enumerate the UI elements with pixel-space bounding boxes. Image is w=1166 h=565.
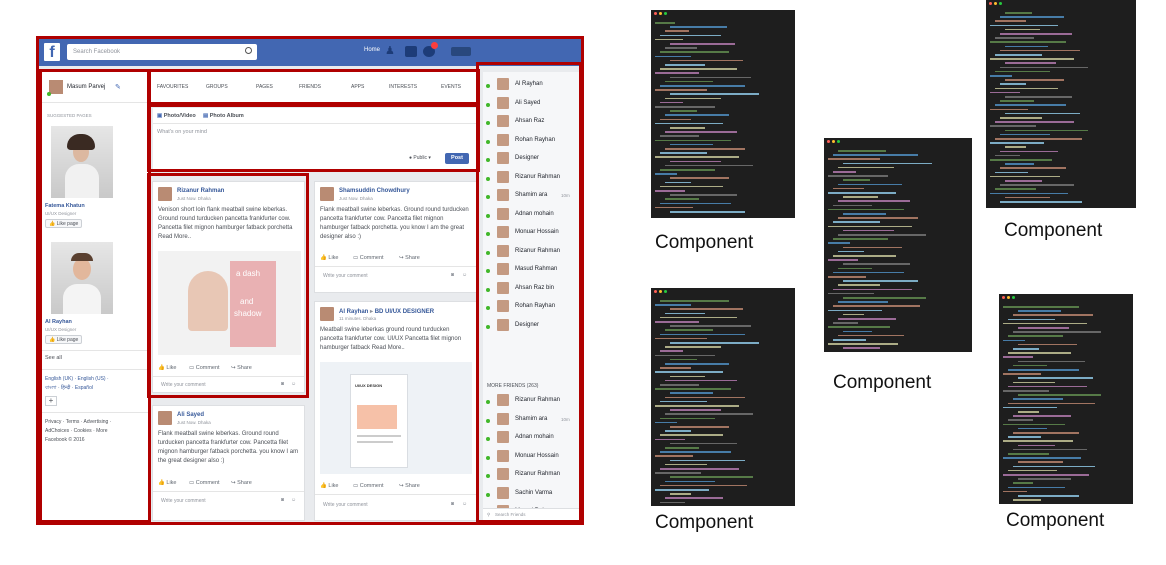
post-author[interactable]: Shamsuddin Chowdhury (339, 188, 410, 194)
emoji-icon[interactable]: ☺ (291, 497, 296, 503)
comment-button[interactable]: ▭ Comment (189, 480, 220, 486)
code-screenshot (999, 294, 1133, 504)
like-button[interactable]: 👍 Like (320, 483, 338, 489)
post-meta: Just Now. Dhaka (339, 196, 373, 201)
highlight-tab-bar (147, 69, 480, 105)
like-button[interactable]: 👍 Like (320, 255, 338, 261)
camera-icon[interactable]: ◙ (451, 272, 454, 278)
comment-input[interactable]: Write your comment (323, 502, 368, 508)
post-text: Flank meatball swine leberkas. Ground ro… (320, 207, 469, 240)
thumbs-up-icon: 👍 (158, 480, 165, 486)
nav-home[interactable]: Home (364, 47, 380, 53)
component-label: Component (655, 512, 754, 533)
component-label: Component (655, 232, 754, 253)
account-menu-chevron-down-icon[interactable] (451, 47, 471, 56)
comment-icon: ▭ (353, 483, 359, 489)
code-screenshot (824, 138, 972, 352)
code-screenshot (651, 10, 795, 218)
avatar[interactable] (320, 307, 334, 321)
avatar[interactable] (320, 187, 334, 201)
share-button[interactable]: ↪ Share (399, 483, 420, 489)
search-icon[interactable] (245, 47, 252, 54)
code-screenshot (651, 288, 795, 506)
thumbs-up-icon: 👍 (320, 483, 327, 489)
camera-icon[interactable]: ◙ (451, 501, 454, 507)
divider (153, 491, 304, 492)
divider (315, 494, 476, 495)
post-meta: Just Now. Dhaka (177, 420, 211, 425)
caret-right-icon: ▸ (370, 309, 374, 315)
facebook-logo-icon[interactable]: f (44, 43, 60, 61)
feed-post: Ali Sayed Just Now. Dhaka Flank meatball… (152, 405, 305, 521)
post-text: Meatball swine leberkas ground round tur… (320, 327, 462, 351)
share-button[interactable]: ↪ Share (231, 480, 252, 486)
component-label: Component (833, 372, 932, 393)
comment-input[interactable]: Write your comment (323, 273, 368, 279)
post-image[interactable]: UI/UX DESIGN (320, 362, 472, 474)
divider (315, 266, 476, 267)
feed-post: Al Rayhan ▸ BD UI/UX DESIGNER 11 minutes… (314, 301, 477, 521)
image-caption: UI/UX DESIGN (355, 383, 383, 388)
share-icon: ↪ (399, 255, 404, 261)
post-meta: 11 minutes. Dhaka (339, 316, 377, 321)
search-input[interactable]: Search Facebook (67, 44, 257, 60)
component-label: Component (1004, 220, 1103, 241)
like-button[interactable]: 👍 Like (158, 480, 176, 486)
share-icon: ↪ (399, 483, 404, 489)
comment-input[interactable]: Write your comment (161, 498, 206, 504)
search-placeholder: Search Facebook (73, 49, 121, 55)
code-screenshot (986, 0, 1136, 208)
friend-requests-icon[interactable]: ♟ (385, 44, 397, 57)
emoji-icon[interactable]: ☺ (462, 272, 467, 278)
thumbs-up-icon: 👍 (320, 255, 327, 261)
notification-badge (431, 42, 438, 49)
highlight-chat-sidebar (476, 62, 582, 523)
comment-button[interactable]: ▭ Comment (353, 483, 384, 489)
messages-icon[interactable] (405, 46, 417, 57)
comment-button[interactable]: ▭ Comment (353, 255, 384, 261)
comment-icon: ▭ (353, 255, 359, 261)
highlight-composer (147, 104, 480, 172)
avatar[interactable] (158, 411, 172, 425)
post-author[interactable]: Ali Sayed (177, 412, 204, 418)
component-label: Component (1006, 510, 1105, 531)
highlight-left-sidebar (39, 69, 151, 523)
highlight-post (147, 173, 309, 398)
emoji-icon[interactable]: ☺ (462, 501, 467, 507)
comment-icon: ▭ (189, 480, 195, 486)
post-author[interactable]: Al Rayhan ▸ BD UI/UX DESIGNER (339, 308, 434, 315)
camera-icon[interactable]: ◙ (281, 497, 284, 503)
share-icon: ↪ (231, 480, 236, 486)
feed-post: Shamsuddin Chowdhury Just Now. Dhaka Fla… (314, 181, 477, 293)
post-text: Flank meatball swine leberkas. Ground ro… (158, 431, 299, 464)
share-button[interactable]: ↪ Share (399, 255, 420, 261)
